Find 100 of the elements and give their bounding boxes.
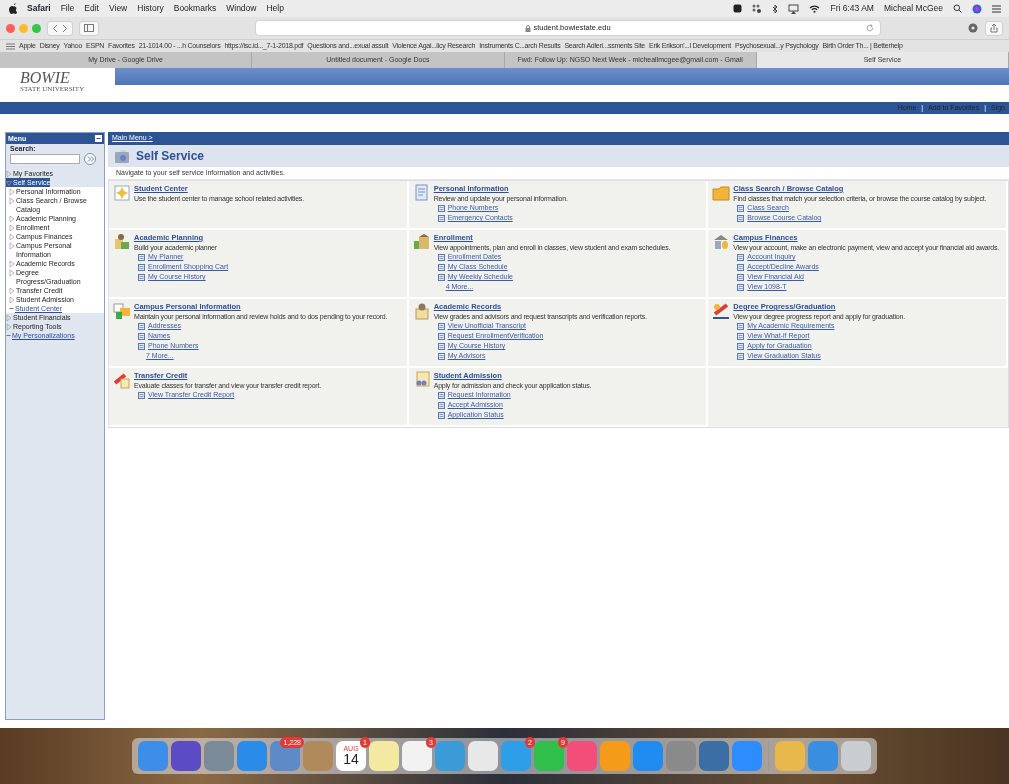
- dock-app-icon[interactable]: [775, 741, 805, 771]
- collapsed-triangle-icon[interactable]: [9, 197, 15, 205]
- dock-app-icon[interactable]: [138, 741, 168, 771]
- search-go-button[interactable]: [84, 153, 96, 165]
- page-icon: [737, 263, 745, 271]
- extension-icon[interactable]: [967, 22, 979, 34]
- menu-item[interactable]: File: [60, 2, 75, 15]
- back-icon[interactable]: [52, 23, 60, 33]
- dock-app-icon[interactable]: [699, 741, 729, 771]
- page-icon: [138, 391, 145, 399]
- collapsed-triangle-icon[interactable]: [9, 188, 15, 196]
- sidebar-button[interactable]: [79, 20, 99, 36]
- forward-icon[interactable]: [60, 23, 68, 33]
- menu-clock[interactable]: Fri 6:43 AM: [830, 2, 874, 15]
- page-icon: [737, 273, 745, 281]
- collapsed-triangle-icon[interactable]: [9, 242, 15, 250]
- logo-text: BOWIE: [20, 70, 71, 86]
- status-icon[interactable]: [752, 4, 763, 13]
- page-icon: [437, 332, 445, 340]
- collapsed-triangle-icon[interactable]: [9, 296, 15, 304]
- collapsed-triangle-icon[interactable]: [9, 215, 15, 223]
- siri-icon[interactable]: [972, 3, 982, 14]
- menu-item[interactable]: History: [137, 2, 164, 15]
- dock-app-icon[interactable]: [732, 741, 762, 771]
- page-icon: [737, 342, 745, 350]
- wifi-icon[interactable]: [809, 4, 821, 13]
- collapsed-triangle-icon[interactable]: [6, 323, 12, 331]
- page-icon: [437, 401, 445, 409]
- dock-app-icon[interactable]: [841, 741, 871, 771]
- menu-item[interactable]: View: [109, 2, 128, 15]
- page-icon: [138, 322, 145, 330]
- page-icon: [737, 214, 745, 222]
- page-icon: [138, 263, 145, 271]
- dock-app-icon[interactable]: [633, 741, 663, 771]
- tile-icon: [113, 371, 131, 389]
- double-chevron-icon: [86, 156, 94, 162]
- tile-icon: [113, 302, 131, 320]
- dock-app-icon[interactable]: [567, 741, 597, 771]
- page-icon: [437, 273, 445, 281]
- page-icon: [437, 352, 445, 360]
- calendar-day: 14: [343, 752, 359, 767]
- share-icon: [990, 23, 998, 33]
- page-icon: [437, 342, 445, 350]
- page-icon: [737, 322, 745, 330]
- page-icon: [138, 273, 145, 281]
- page-icon: [437, 411, 445, 419]
- folder-icon: [114, 147, 130, 164]
- tile-icon: [412, 233, 431, 251]
- page-icon: [138, 253, 145, 261]
- dock-app-icon[interactable]: [303, 741, 333, 771]
- apple-logo-icon[interactable]: [8, 3, 17, 14]
- collapsed-triangle-icon[interactable]: [6, 314, 12, 322]
- page-icon: [437, 263, 445, 271]
- search-icon[interactable]: [953, 4, 962, 13]
- tile-icon: [712, 184, 731, 202]
- reading-list-icon[interactable]: [6, 42, 15, 50]
- tile-icon: [712, 302, 731, 320]
- collapsed-triangle-icon[interactable]: [9, 269, 15, 277]
- collapsed-triangle-icon[interactable]: [9, 224, 15, 232]
- menu-item[interactable]: Bookmarks: [173, 2, 217, 15]
- collapsed-triangle-icon[interactable]: [9, 233, 15, 241]
- page-title: Self Service: [136, 147, 205, 165]
- page-icon: [737, 204, 745, 212]
- page-icon: [437, 204, 445, 212]
- menu-item[interactable]: Help: [266, 2, 284, 15]
- collapsed-triangle-icon[interactable]: [6, 170, 12, 178]
- dock-app-icon[interactable]: [369, 741, 399, 771]
- expanded-triangle-icon[interactable]: [6, 179, 12, 187]
- tile-icon: [113, 233, 131, 251]
- dock-app-icon[interactable]: [171, 741, 201, 771]
- lock-icon: [525, 24, 532, 32]
- bluetooth-icon[interactable]: [772, 3, 779, 14]
- page-icon: [737, 352, 745, 360]
- app-menu[interactable]: Safari: [27, 2, 51, 15]
- dock-app-icon[interactable]: [666, 741, 696, 771]
- tile-icon: [412, 302, 431, 320]
- menu-item[interactable]: Window: [226, 2, 257, 15]
- user-name[interactable]: Micheal McGee: [883, 2, 943, 15]
- page-icon: [737, 253, 745, 261]
- collapsed-triangle-icon[interactable]: [9, 287, 15, 295]
- tile-icon: [412, 184, 431, 202]
- sidebar-icon: [84, 24, 94, 32]
- reload-icon[interactable]: [866, 24, 874, 32]
- tile-icon: [113, 184, 131, 202]
- menu-icon[interactable]: [992, 4, 1001, 13]
- app-status-icon[interactable]: [733, 4, 743, 13]
- back-forward-buttons[interactable]: [47, 20, 73, 36]
- collapsed-triangle-icon[interactable]: [9, 260, 15, 268]
- dock-app-icon[interactable]: [808, 741, 838, 771]
- dock-app-icon[interactable]: [468, 741, 498, 771]
- collapse-icon[interactable]: [95, 135, 102, 142]
- share-button[interactable]: [985, 20, 1003, 36]
- airplay-icon[interactable]: [788, 3, 800, 14]
- search-field[interactable]: [10, 154, 80, 164]
- dock-app-icon[interactable]: [600, 741, 630, 771]
- page-icon: [437, 322, 445, 330]
- page-icon: [737, 283, 745, 291]
- dock-app-icon[interactable]: [237, 741, 267, 771]
- dock-app-icon[interactable]: [204, 741, 234, 771]
- menu-item[interactable]: Edit: [84, 2, 99, 15]
